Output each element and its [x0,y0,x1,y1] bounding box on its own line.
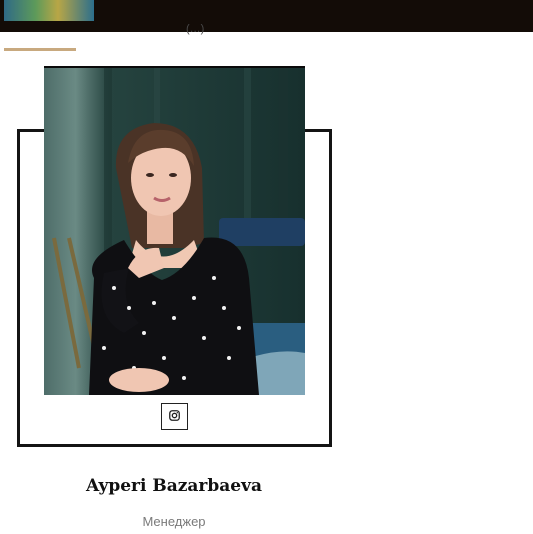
team-member-photo [44,66,305,395]
team-member-role: Менеджер [142,514,206,529]
cut-off-text: (…) [186,23,205,35]
top-bar [0,0,533,32]
portrait-illustration [44,68,305,395]
header-thumbnail-image[interactable] [4,0,94,21]
accent-divider [4,48,76,51]
instagram-link-button[interactable] [161,403,188,430]
instagram-icon [169,408,180,426]
team-member-name: Ayperi Bazarbaeva [85,476,263,496]
